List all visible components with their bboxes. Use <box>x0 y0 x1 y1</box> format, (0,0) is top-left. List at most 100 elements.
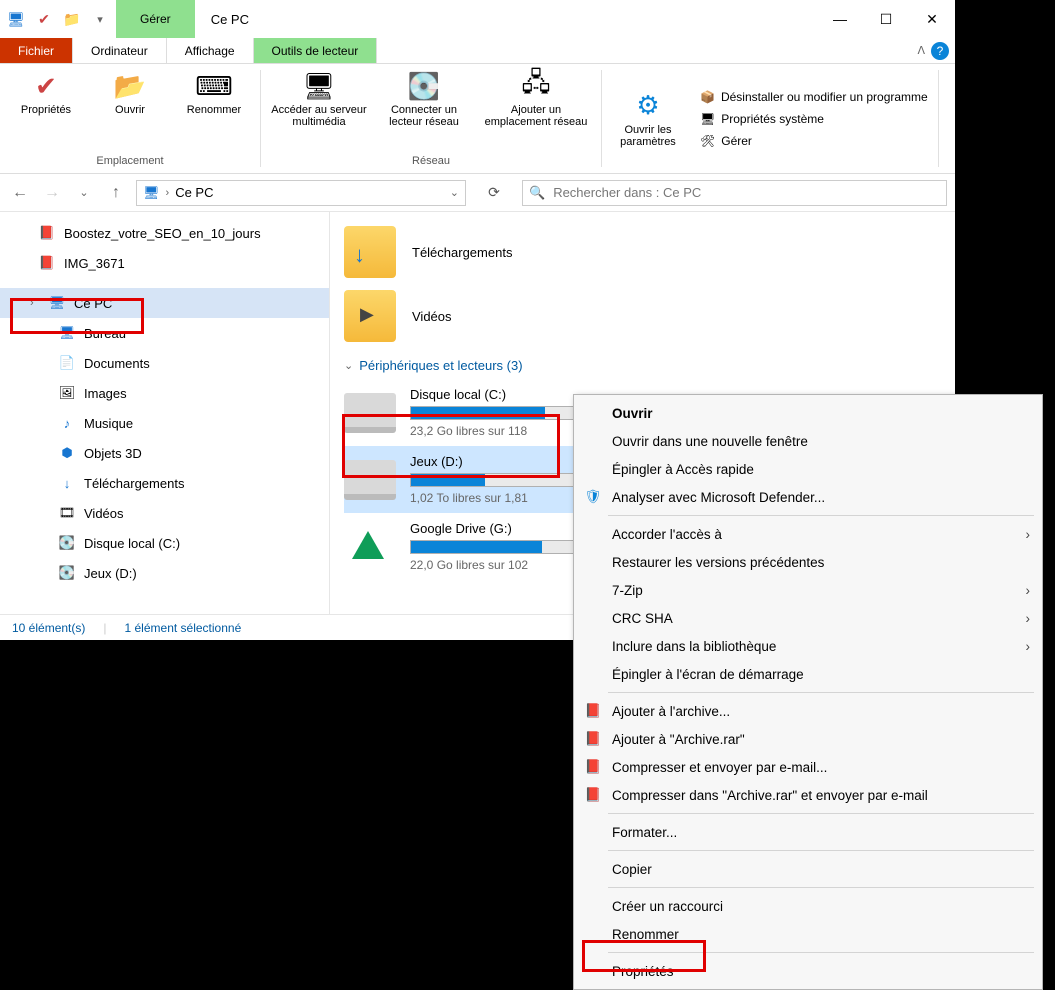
music-icon: ♪ <box>58 416 76 431</box>
tab-file[interactable]: Fichier <box>0 38 73 63</box>
ribbon-sys-props[interactable]: 🖥Propriétés système <box>700 112 928 126</box>
manage-contextual-tab[interactable]: Gérer <box>116 0 195 38</box>
folder-downloads[interactable]: Téléchargements <box>344 220 941 284</box>
rename-icon: ⌨ <box>195 70 233 102</box>
drive-icon: 💽 <box>58 535 76 551</box>
chevron-right-icon[interactable]: › <box>30 297 40 309</box>
chevron-right-icon: › <box>1026 583 1031 598</box>
ribbon-uninstall[interactable]: 📦Désinstaller ou modifier un programme <box>700 90 928 104</box>
folder-icon <box>344 226 396 278</box>
item-count: 10 élément(s) <box>12 621 85 635</box>
ctx-defender-scan[interactable]: 🛡Analyser avec Microsoft Defender... <box>574 483 1042 511</box>
winrar-icon: 📕 <box>584 759 602 775</box>
ctx-create-shortcut[interactable]: Créer un raccourci <box>574 892 1042 920</box>
ribbon-properties[interactable]: ✔Propriétés <box>10 70 82 116</box>
ctx-restore-versions[interactable]: Restaurer les versions précédentes <box>574 548 1042 576</box>
tree-item-desktop[interactable]: 🖥Bureau <box>0 318 329 348</box>
ctx-format[interactable]: Formater... <box>574 818 1042 846</box>
help-icon[interactable]: ? <box>931 42 949 60</box>
address-bar[interactable]: 🖥 › Ce PC ⌄ <box>136 180 466 206</box>
tree-item-3d[interactable]: ⬢Objets 3D <box>0 438 329 468</box>
back-button[interactable]: ← <box>8 184 32 202</box>
ctx-copy[interactable]: Copier <box>574 855 1042 883</box>
tree-item-downloads[interactable]: ↓Téléchargements <box>0 468 329 498</box>
tree-item-drive-c[interactable]: 💽Disque local (C:) <box>0 528 329 558</box>
search-icon: 🔍 <box>529 185 545 201</box>
ctx-pin-quick-access[interactable]: Épingler à Accès rapide <box>574 455 1042 483</box>
search-placeholder: Rechercher dans : Ce PC <box>553 185 701 200</box>
ribbon-manage[interactable]: 🛠Gérer <box>700 134 928 148</box>
server-icon: 🖥 <box>302 70 335 102</box>
ribbon-group-location: ✔Propriétés 📂Ouvrir ⌨Renommer Emplacemen… <box>0 70 261 167</box>
tab-view[interactable]: Affichage <box>167 38 254 63</box>
ctx-pin-start[interactable]: Épingler à l'écran de démarrage <box>574 660 1042 688</box>
ribbon-rename[interactable]: ⌨Renommer <box>178 70 250 116</box>
monitor-icon[interactable]: 🖥 <box>4 7 28 31</box>
tab-computer[interactable]: Ordinateur <box>73 38 167 63</box>
chevron-right-icon: › <box>166 187 170 199</box>
quick-access-toolbar: 🖥 ✔ 📁 ▾ <box>0 0 116 38</box>
forward-button[interactable]: → <box>40 184 64 202</box>
ctx-separator <box>608 850 1034 851</box>
tree-item-images[interactable]: 🖼Images <box>0 378 329 408</box>
window-title: Ce PC <box>195 12 817 27</box>
refresh-button[interactable]: ⟳ <box>474 184 514 201</box>
tools-icon: 🛠 <box>700 134 715 148</box>
folder-small-icon[interactable]: 📁 <box>60 7 84 31</box>
tab-drive-tools[interactable]: Outils de lecteur <box>254 38 378 63</box>
group-label-network: Réseau <box>412 153 450 167</box>
search-box[interactable]: 🔍 Rechercher dans : Ce PC <box>522 180 947 206</box>
ctx-add-rar[interactable]: 📕Ajouter à "Archive.rar" <box>574 725 1042 753</box>
recent-dropdown-icon[interactable]: ⌄ <box>72 186 96 199</box>
ribbon-media-server[interactable]: 🖥Accéder au serveur multimédia <box>271 70 367 128</box>
ctx-add-archive[interactable]: 📕Ajouter à l'archive... <box>574 697 1042 725</box>
close-button[interactable]: ✕ <box>909 0 955 38</box>
section-devices-drives[interactable]: ⌄Périphériques et lecteurs (3) <box>344 348 941 379</box>
ctx-7zip[interactable]: 7-Zip› <box>574 576 1042 604</box>
check-icon[interactable]: ✔ <box>32 7 56 31</box>
ctx-separator <box>608 887 1034 888</box>
folder-open-icon: 📂 <box>114 70 146 102</box>
tree-item[interactable]: 📕IMG_3671 <box>0 248 329 278</box>
tree-item-videos[interactable]: 🎞Vidéos <box>0 498 329 528</box>
ctx-compress-rar-mail[interactable]: 📕Compresser dans "Archive.rar" et envoye… <box>574 781 1042 809</box>
ribbon: ✔Propriétés 📂Ouvrir ⌨Renommer Emplacemen… <box>0 64 955 174</box>
ctx-compress-mail[interactable]: 📕Compresser et envoyer par e-mail... <box>574 753 1042 781</box>
minimize-button[interactable]: — <box>817 0 863 38</box>
ctx-grant-access[interactable]: Accorder l'accès à› <box>574 520 1042 548</box>
maximize-button[interactable]: ☐ <box>863 0 909 38</box>
highlight-properties <box>582 940 706 972</box>
winrar-icon: 📕 <box>584 703 602 719</box>
network-drive-icon: 💽 <box>408 70 440 102</box>
document-icon: 📄 <box>58 355 76 371</box>
folder-icon <box>344 290 396 342</box>
tree-item-drive-d[interactable]: 💽Jeux (D:) <box>0 558 329 588</box>
highlight-drive-d <box>342 414 560 478</box>
ctx-include-library[interactable]: Inclure dans la bibliothèque› <box>574 632 1042 660</box>
tree-item-music[interactable]: ♪Musique <box>0 408 329 438</box>
folder-videos[interactable]: Vidéos <box>344 284 941 348</box>
tree-item[interactable]: 📕Boostez_votre_SEO_en_10_jours <box>0 218 329 248</box>
cube-icon: ⬢ <box>58 445 76 461</box>
download-icon: ↓ <box>58 476 76 491</box>
ribbon-tabs: Fichier Ordinateur Affichage Outils de l… <box>0 38 955 64</box>
pc-icon: 🖥 <box>700 112 715 126</box>
ctx-open-new-window[interactable]: Ouvrir dans une nouvelle fenêtre <box>574 427 1042 455</box>
up-button[interactable]: ↑ <box>104 184 128 202</box>
ribbon-open[interactable]: 📂Ouvrir <box>94 70 166 116</box>
collapse-ribbon-icon[interactable]: ᐱ <box>917 44 925 57</box>
tree-item-this-pc[interactable]: ›🖥Ce PC <box>0 288 329 318</box>
ribbon-connect-drive[interactable]: 💽Connecter un lecteur réseau <box>379 70 469 128</box>
address-dropdown-icon[interactable]: ⌄ <box>450 186 459 199</box>
nav-pane[interactable]: 📕Boostez_votre_SEO_en_10_jours 📕IMG_3671… <box>0 212 330 614</box>
pc-small-icon: 🖥 <box>143 185 160 201</box>
titlebar: 🖥 ✔ 📁 ▾ Gérer Ce PC — ☐ ✕ <box>0 0 955 38</box>
ribbon-open-settings[interactable]: ⚙Ouvrir les paramètres <box>612 90 684 148</box>
ribbon-add-network-loc[interactable]: 🖧Ajouter un emplacement réseau <box>481 70 591 128</box>
winrar-icon: 📕 <box>584 787 602 803</box>
ctx-open[interactable]: Ouvrir <box>574 399 1042 427</box>
qat-dropdown-icon[interactable]: ▾ <box>88 7 112 31</box>
tree-item-documents[interactable]: 📄Documents <box>0 348 329 378</box>
gear-icon: ⚙ <box>636 90 659 122</box>
ctx-crc-sha[interactable]: CRC SHA› <box>574 604 1042 632</box>
